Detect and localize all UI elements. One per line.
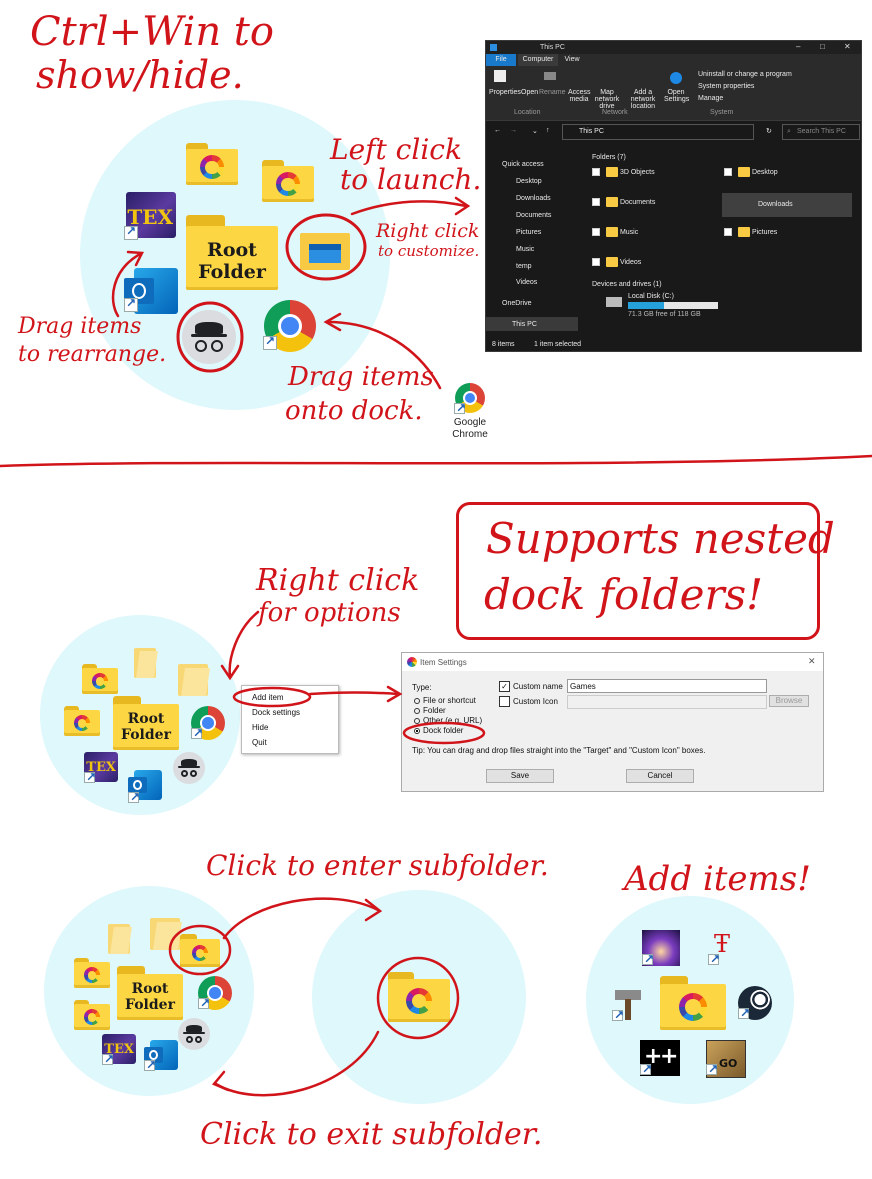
folder-item[interactable]: Music [592, 227, 638, 237]
shortcut-arrow-icon [128, 790, 140, 804]
close-icon[interactable]: ✕ [844, 42, 851, 51]
nav-downloads[interactable]: Downloads [516, 195, 551, 202]
search-icon: ⌕ [787, 128, 791, 135]
forward-arrow-icon[interactable]: → [510, 127, 517, 134]
nav-pictures[interactable]: Pictures [516, 229, 541, 236]
explorer-app-icon [490, 44, 497, 51]
ribbon-add-location[interactable]: Add a network location [624, 89, 662, 110]
search-input[interactable]: ⌕ Search This PC [782, 124, 860, 140]
menu-computer[interactable]: Computer [518, 54, 558, 66]
explorer-ribbon: Properties Open Rename Access media Map … [486, 66, 861, 121]
folder-item-selected[interactable]: Downloads [722, 193, 852, 217]
rename-icon [544, 72, 556, 80]
ribbon-rename[interactable]: Rename [539, 89, 565, 96]
ribbon-open-settings[interactable]: Open Settings [664, 89, 689, 103]
ribbon-manage[interactable]: Manage [698, 95, 723, 102]
folders-header: Folders (7) [592, 154, 626, 161]
address-text: This PC [579, 128, 604, 135]
ribbon-group-system: System [710, 109, 734, 116]
ribbon-group-location: Location [514, 109, 541, 116]
properties-icon [494, 70, 506, 82]
nav-this-pc-row[interactable]: This PC [486, 317, 578, 331]
folder-item[interactable]: Documents [592, 197, 655, 207]
ribbon-access-media[interactable]: Access media [568, 89, 591, 103]
status-selected: 1 item selected [534, 341, 582, 348]
back-arrow-icon[interactable]: ← [494, 127, 501, 134]
ribbon-map-drive[interactable]: Map network drive [590, 89, 624, 110]
annotation-supports-nested: Supports nested [486, 514, 835, 563]
annotation-click-enter: Click to enter subfolder. [206, 849, 549, 882]
drive-usage-fill [628, 302, 664, 309]
nav-documents[interactable]: Documents [516, 212, 551, 219]
ribbon-group-network: Network [602, 109, 628, 116]
nav-music[interactable]: Music [516, 246, 534, 253]
file-explorer-window: This PC – □ ✕ File Computer View Propert… [485, 40, 862, 352]
ribbon-system-properties[interactable]: System properties [698, 83, 754, 90]
explorer-address-bar: ← → ⌄ ↑ This PC ↻ ⌕ Search This PC [486, 121, 861, 145]
explorer-titlebar: This PC – □ ✕ [486, 41, 861, 54]
bottom-arrows [168, 897, 460, 1097]
folder-item[interactable]: Pictures [724, 227, 777, 237]
drive-free: 71.3 GB free of 118 GB [628, 311, 701, 318]
devices-header: Devices and drives (1) [592, 281, 662, 288]
nav-onedrive[interactable]: OneDrive [502, 300, 532, 307]
drive-icon [606, 297, 622, 307]
explorer-main-pane: Folders (7) 3D Objects Desktop Documents… [582, 149, 861, 339]
refresh-icon[interactable]: ↻ [766, 127, 772, 135]
nav-this-pc: This PC [512, 321, 537, 328]
address-input[interactable]: This PC [562, 124, 754, 140]
menu-file[interactable]: File [486, 54, 516, 66]
middle-arrows [220, 610, 486, 745]
status-items: 8 items [492, 341, 515, 348]
explorer-status-bar: 8 items 1 item selected [486, 339, 861, 351]
maximize-icon[interactable]: □ [820, 42, 825, 51]
minimize-icon[interactable]: – [796, 42, 800, 51]
explorer-title: This PC [540, 44, 565, 51]
ribbon-open[interactable]: Open [521, 89, 538, 96]
nav-temp[interactable]: temp [516, 263, 532, 270]
nav-videos[interactable]: Videos [516, 279, 537, 286]
explorer-nav-pane: Quick access Desktop Downloads Documents… [486, 149, 578, 339]
nav-quick-access[interactable]: Quick access [502, 161, 544, 168]
folder-item[interactable]: 3D Objects [592, 167, 655, 177]
ribbon-uninstall[interactable]: Uninstall or change a program [698, 71, 792, 78]
nav-desktop[interactable]: Desktop [516, 178, 542, 185]
search-placeholder: Search This PC [797, 128, 846, 135]
folder-item[interactable]: Desktop [724, 167, 778, 177]
folder-item[interactable]: Videos [592, 257, 641, 267]
ribbon-properties[interactable]: Properties [489, 89, 521, 96]
settings-gear-icon [670, 72, 682, 84]
shortcut-arrow-icon [454, 401, 466, 415]
chevron-down-icon[interactable]: ⌄ [532, 127, 538, 135]
drive-name[interactable]: Local Disk (C:) [628, 293, 674, 300]
desktop-chrome-label: Google Chrome [452, 417, 488, 440]
explorer-menubar: File Computer View [486, 54, 861, 66]
drive-usage-bar [628, 302, 718, 309]
up-arrow-icon[interactable]: ↑ [546, 127, 550, 134]
menu-view[interactable]: View [560, 54, 584, 66]
